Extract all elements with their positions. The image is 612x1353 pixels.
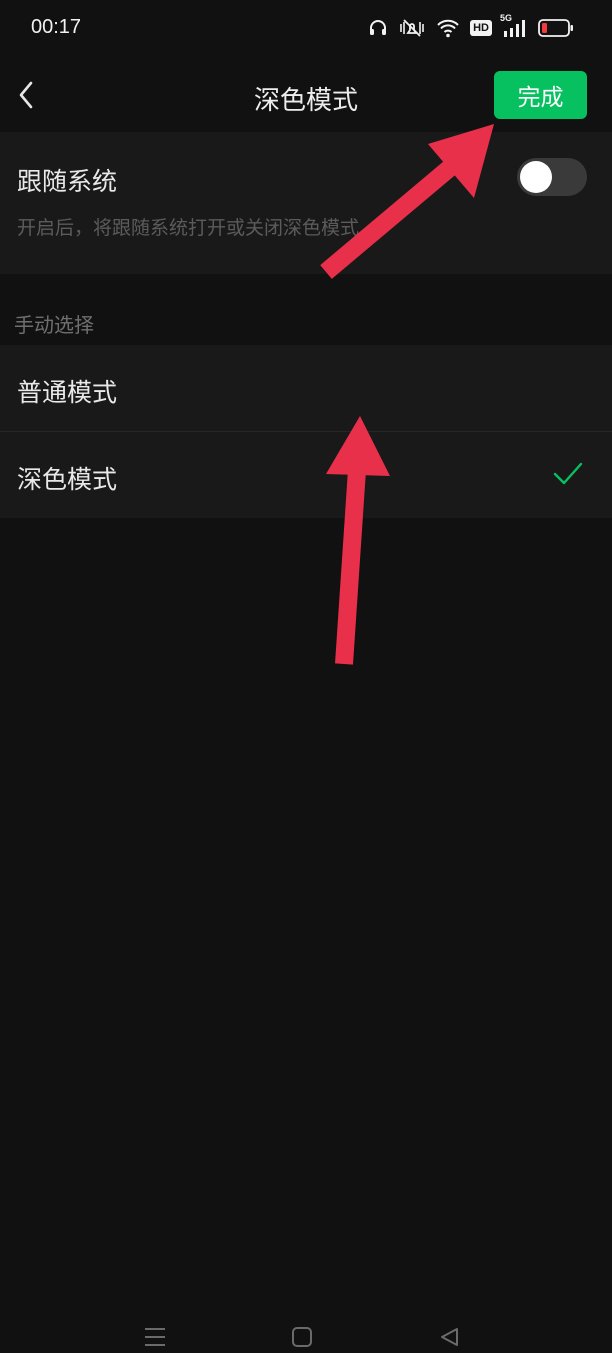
status-time: 00:17 [31, 16, 82, 38]
status-icons: HD 5G [368, 13, 574, 42]
option-label: 普通模式 [17, 378, 118, 407]
follow-system-description: 开启后，将跟随系统打开或关闭深色模式 [17, 217, 360, 239]
hd-badge: HD [470, 20, 492, 36]
status-bar: 00:17 HD 5G [0, 0, 612, 56]
dark-mode-settings-screen: 00:17 HD 5G 深色模式 完成 跟随系统 开启后，将跟随系统打开或关闭深… [0, 0, 612, 1353]
system-navigation-bar [0, 1320, 612, 1353]
headphones-icon [368, 18, 388, 38]
option-normal-mode[interactable]: 普通模式 [0, 345, 612, 431]
done-button[interactable]: 完成 [494, 71, 587, 119]
option-label: 深色模式 [17, 465, 118, 494]
wifi-icon [436, 18, 460, 38]
signal-icon: 5G [500, 13, 528, 39]
battery-icon [538, 18, 574, 38]
follow-system-row: 跟随系统 开启后，将跟随系统打开或关闭深色模式 [0, 132, 612, 274]
follow-system-toggle[interactable] [517, 158, 587, 196]
network-type-label: 5G [500, 13, 513, 23]
follow-system-title: 跟随系统 [17, 167, 118, 196]
manual-select-section-label: 手动选择 [14, 313, 94, 337]
back-triangle-icon[interactable] [438, 1326, 460, 1348]
checkmark-icon [553, 462, 583, 485]
toggle-knob [520, 161, 552, 193]
mode-options-list: 普通模式 深色模式 [0, 345, 612, 518]
home-icon[interactable] [291, 1326, 313, 1348]
menu-icon[interactable] [143, 1326, 167, 1348]
vibrate-mute-icon [398, 18, 426, 38]
option-dark-mode[interactable]: 深色模式 [0, 431, 612, 518]
nav-bar: 深色模式 完成 [0, 58, 612, 132]
